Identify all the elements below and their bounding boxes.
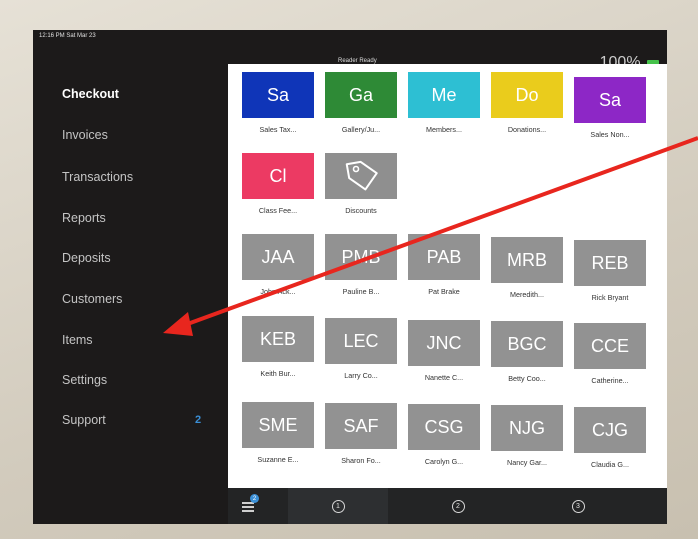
tile-label: Rick Bryant <box>591 293 629 302</box>
tile-members[interactable]: Me Members... <box>408 72 480 134</box>
tile-mrb[interactable]: MRB Meredith... <box>491 237 563 299</box>
tile-donations[interactable]: Do Donations... <box>491 72 563 134</box>
tile-swatch: Me <box>408 72 480 118</box>
tile-label: Class Fee... <box>258 206 298 215</box>
tablet-screen: 12:16 PM Sat Mar 23 Reader Ready 100% Ch… <box>33 30 667 524</box>
tile-label: Larry Co... <box>344 371 378 380</box>
tile-discounts[interactable]: Discounts <box>325 153 397 215</box>
tile-swatch: LEC <box>325 318 397 364</box>
tile-njg[interactable]: NJG Nancy Gar... <box>491 405 563 467</box>
page-number: 3 <box>571 499 585 513</box>
page-number: 1 <box>331 499 345 513</box>
tile-label: John Ack... <box>260 287 296 296</box>
sidebar-item-support[interactable]: Support <box>62 413 106 427</box>
sidebar-item-reports[interactable]: Reports <box>62 211 106 225</box>
page-tab-2[interactable]: 2 <box>408 488 508 524</box>
tile-swatch: Cl <box>242 153 314 199</box>
tile-label: Gallery/Ju... <box>341 125 381 134</box>
menu-icon[interactable] <box>242 502 254 514</box>
tile-swatch: JNC <box>408 320 480 366</box>
tile-swatch: PMB <box>325 234 397 280</box>
tile-swatch: NJG <box>491 405 563 451</box>
tile-swatch <box>325 153 397 199</box>
tile-label: Betty Coo... <box>508 374 546 383</box>
tile-label: Keith Bur... <box>260 369 296 378</box>
tile-label: Catherine... <box>591 376 629 385</box>
tile-jaa[interactable]: JAA John Ack... <box>242 234 314 296</box>
tile-label: Suzanne E... <box>257 455 299 464</box>
tile-class-fee[interactable]: Cl Class Fee... <box>242 153 314 215</box>
tile-lec[interactable]: LEC Larry Co... <box>325 318 397 380</box>
tile-label: Pauline B... <box>342 287 380 296</box>
tile-pab[interactable]: PAB Pat Brake <box>408 234 480 296</box>
tile-label: Nanette C... <box>424 373 464 382</box>
tile-keb[interactable]: KEB Keith Bur... <box>242 316 314 378</box>
tile-jnc[interactable]: JNC Nanette C... <box>408 320 480 382</box>
tile-swatch: MRB <box>491 237 563 283</box>
tile-label: Sales Tax... <box>259 125 297 134</box>
tile-swatch: SAF <box>325 403 397 449</box>
tile-swatch: REB <box>574 240 646 286</box>
tile-reb[interactable]: REB Rick Bryant <box>574 240 646 302</box>
page-number: 2 <box>451 499 465 513</box>
sidebar-item-checkout[interactable]: Checkout <box>62 87 119 101</box>
sidebar-item-invoices[interactable]: Invoices <box>62 128 108 142</box>
sidebar-item-deposits[interactable]: Deposits <box>62 251 111 265</box>
sidebar-item-transactions[interactable]: Transactions <box>62 170 133 184</box>
tile-swatch: JAA <box>242 234 314 280</box>
support-badge: 2 <box>195 414 202 426</box>
sidebar: Checkout Invoices Transactions Reports D… <box>33 30 228 524</box>
tile-saf[interactable]: SAF Sharon Fo... <box>325 403 397 465</box>
tile-swatch: KEB <box>242 316 314 362</box>
page-tab-bar: 2 1 2 3 <box>228 488 667 524</box>
tile-swatch: Sa <box>242 72 314 118</box>
tile-swatch: CJG <box>574 407 646 453</box>
tile-sales-non[interactable]: Sa Sales Non... <box>574 77 646 139</box>
item-library-grid: Ad Sa Sales Tax... Ga Gallery/Ju... Me M… <box>228 64 667 488</box>
tile-cce[interactable]: CCE Catherine... <box>574 323 646 385</box>
tile-swatch: BGC <box>491 321 563 367</box>
tile-cjg[interactable]: CJG Claudia G... <box>574 407 646 469</box>
menu-badge: 2 <box>250 494 259 503</box>
tile-swatch: Ga <box>325 72 397 118</box>
sidebar-item-items[interactable]: Items <box>62 333 93 347</box>
tile-label: Discounts <box>345 206 377 215</box>
tile-label: Sales Non... <box>590 130 630 139</box>
tile-bgc[interactable]: BGC Betty Coo... <box>491 321 563 383</box>
tile-swatch: PAB <box>408 234 480 280</box>
page-tab-3[interactable]: 3 <box>528 488 628 524</box>
tile-pmb[interactable]: PMB Pauline B... <box>325 234 397 296</box>
tile-label: Sharon Fo... <box>341 456 381 465</box>
tile-sme[interactable]: SME Suzanne E... <box>242 402 314 464</box>
tile-csg[interactable]: CSG Carolyn G... <box>408 404 480 466</box>
tile-label: Members... <box>426 125 462 134</box>
page-tab-1[interactable]: 1 <box>288 488 388 524</box>
tile-swatch: Do <box>491 72 563 118</box>
tile-label: Carolyn G... <box>424 457 464 466</box>
tile-gallery[interactable]: Ga Gallery/Ju... <box>325 72 397 134</box>
tile-label: Meredith... <box>510 290 544 299</box>
tag-icon <box>345 160 378 191</box>
sidebar-item-customers[interactable]: Customers <box>62 292 122 306</box>
tile-swatch: SME <box>242 402 314 448</box>
tile-swatch: CCE <box>574 323 646 369</box>
sidebar-item-settings[interactable]: Settings <box>62 373 107 387</box>
tile-sales-tax[interactable]: Sa Sales Tax... <box>242 72 314 134</box>
tile-label: Claudia G... <box>591 460 629 469</box>
tile-label: Pat Brake <box>428 287 460 296</box>
tile-swatch: CSG <box>408 404 480 450</box>
tile-swatch: Sa <box>574 77 646 123</box>
tile-label: Donations... <box>507 125 547 134</box>
tile-label: Nancy Gar... <box>507 458 547 467</box>
